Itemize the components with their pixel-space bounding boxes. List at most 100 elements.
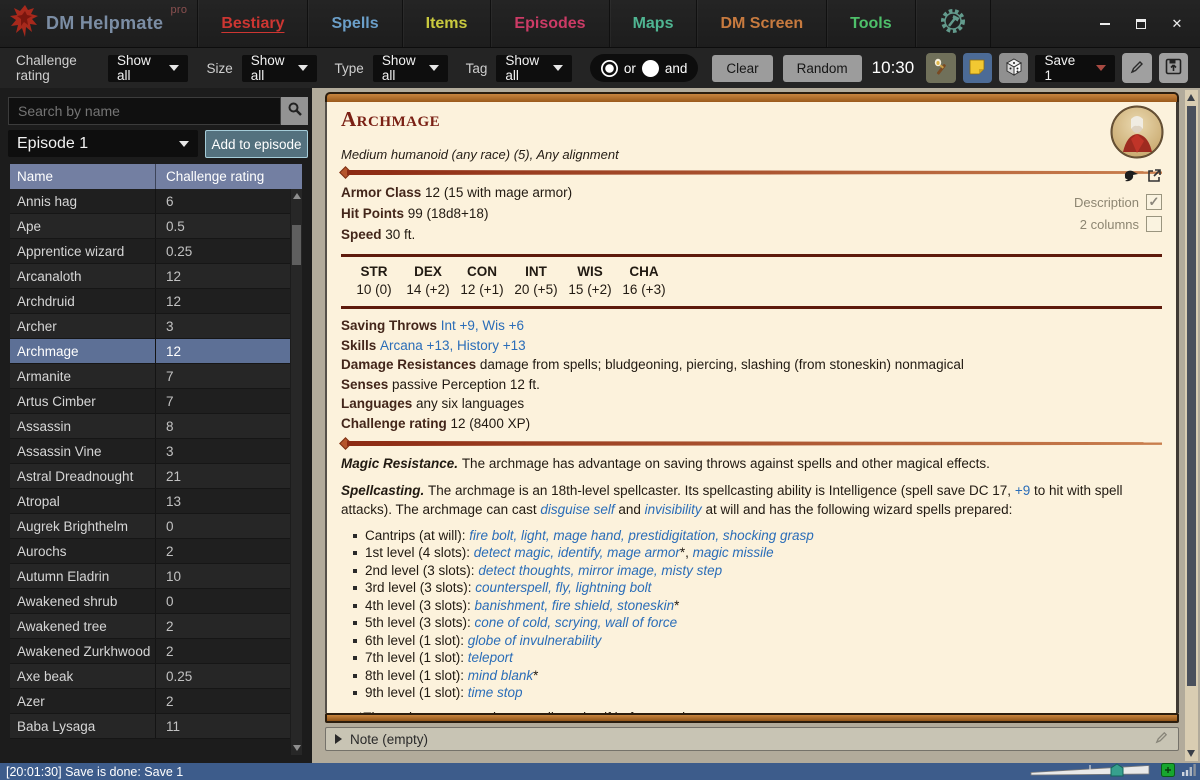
monster-row[interactable]: Autumn Eladrin10 <box>10 564 290 589</box>
monster-row[interactable]: Artus Cimber7 <box>10 389 290 414</box>
inline-link[interactable]: magic missile <box>693 545 774 560</box>
torch-button[interactable] <box>926 53 955 83</box>
monster-name: Armanite <box>10 364 155 388</box>
save-slot-select[interactable]: Save 1 <box>1035 55 1115 82</box>
episode-select[interactable]: Episode 1 <box>8 130 198 157</box>
scrollbar-thumb[interactable] <box>292 225 301 265</box>
armor-class-line: Armor Class 12 (15 with mage armor) <box>341 182 1162 203</box>
inline-link[interactable]: teleport <box>468 650 513 665</box>
inline-link[interactable]: Int +9, Wis +6 <box>441 318 524 333</box>
magnifier-icon <box>287 101 303 122</box>
tab-maps[interactable]: Maps <box>609 0 697 47</box>
chevron-down-icon <box>553 65 563 71</box>
monster-name: Ape <box>10 214 155 238</box>
inline-link[interactable]: +9 <box>1015 483 1030 498</box>
monster-row[interactable]: Assassin8 <box>10 414 290 439</box>
text: 3rd level (3 slots): <box>365 580 475 595</box>
inline-link[interactable]: detect thoughts, mirror image, misty ste… <box>478 563 722 578</box>
tab-episodes[interactable]: Episodes <box>490 0 608 47</box>
monster-row[interactable]: Armanite7 <box>10 364 290 389</box>
filter-select[interactable]: Show all <box>242 55 317 82</box>
inline-link[interactable]: cone of cold, scrying, wall of force <box>475 615 678 630</box>
monster-row[interactable]: Awakened shrub0 <box>10 589 290 614</box>
description-checkbox[interactable]: ✓ <box>1146 194 1162 210</box>
monster-row[interactable]: Baba Lysaga11 <box>10 714 290 739</box>
maximize-icon[interactable] <box>1134 17 1148 31</box>
expand-arrow-icon[interactable] <box>335 734 342 744</box>
column-header-name[interactable]: Name <box>10 164 155 189</box>
monster-row[interactable]: Astral Dreadnought21 <box>10 464 290 489</box>
inline-link[interactable]: disguise self <box>540 502 614 517</box>
dice-button[interactable] <box>999 53 1028 83</box>
zoom-slider[interactable] <box>1029 763 1154 780</box>
add-to-episode-button[interactable]: Add to episode <box>205 130 308 158</box>
monster-row[interactable]: Axe beak0.25 <box>10 664 290 689</box>
filter-select[interactable]: Show all <box>373 55 448 82</box>
inline-link[interactable]: banishment, fire shield, stoneskin <box>475 598 675 613</box>
monster-row[interactable]: Awakened tree2 <box>10 614 290 639</box>
scrollbar-thumb[interactable] <box>1187 106 1196 686</box>
tab-spells[interactable]: Spells <box>307 0 401 47</box>
edit-save-button[interactable] <box>1122 53 1151 83</box>
monster-cr: 7 <box>155 364 290 388</box>
filter-select[interactable]: Show all <box>108 55 188 82</box>
monster-row[interactable]: Awakened Zurkhwood2 <box>10 639 290 664</box>
raven-icon[interactable] <box>1122 169 1138 186</box>
scroll-up-icon[interactable] <box>293 193 301 199</box>
random-button[interactable]: Random <box>783 55 862 82</box>
tab-items[interactable]: Items <box>402 0 491 47</box>
monster-row[interactable]: Azer2 <box>10 689 290 714</box>
minimize-icon[interactable] <box>1098 17 1112 31</box>
tab-bestiary[interactable]: Bestiary <box>197 0 307 47</box>
text: 6th level (1 slot): <box>365 633 468 648</box>
save-export-button[interactable] <box>1159 53 1188 83</box>
column-header-cr[interactable]: Challenge rating <box>155 164 302 189</box>
monster-row[interactable]: Augrek Brighthelm0 <box>10 514 290 539</box>
search-button[interactable] <box>281 97 308 125</box>
inline-link[interactable]: globe of invulnerability <box>468 633 602 648</box>
monster-portrait avatar[interactable] <box>1110 105 1164 159</box>
green-status-icon[interactable] <box>1161 763 1175 780</box>
monster-row[interactable]: Archer3 <box>10 314 290 339</box>
monster-title: Archmage <box>341 107 1162 132</box>
scroll-up-icon[interactable] <box>1187 94 1195 101</box>
monster-row[interactable]: Arcanaloth12 <box>10 264 290 289</box>
tag-logic-radio-group: or and <box>590 54 699 82</box>
radio-or[interactable] <box>601 60 618 77</box>
external-link-icon[interactable] <box>1147 168 1162 186</box>
trait-paragraph: Magic Resistance. The archmage has advan… <box>341 454 1162 474</box>
search-input[interactable] <box>8 97 281 125</box>
tab-tools[interactable]: Tools <box>826 0 914 47</box>
monster-cr: 7 <box>155 389 290 413</box>
monster-row[interactable]: Ape0.5 <box>10 214 290 239</box>
monster-row[interactable]: Archdruid12 <box>10 289 290 314</box>
sidebar-scrollbar[interactable] <box>291 189 302 755</box>
search-row <box>8 97 308 125</box>
inline-link[interactable]: fire bolt, light, mage hand, prestidigit… <box>469 528 813 543</box>
inline-link[interactable]: counterspell, fly, lightning bolt <box>475 580 651 595</box>
two-columns-checkbox[interactable] <box>1146 216 1162 232</box>
scroll-down-icon[interactable] <box>1187 750 1195 757</box>
pencil-icon[interactable] <box>1154 730 1169 748</box>
scroll-down-icon[interactable] <box>293 745 301 751</box>
monster-row[interactable]: Atropal13 <box>10 489 290 514</box>
close-icon[interactable]: ✕ <box>1170 17 1184 31</box>
main-scrollbar[interactable] <box>1185 90 1198 761</box>
monster-row[interactable]: Aurochs2 <box>10 539 290 564</box>
radio-and[interactable] <box>642 60 659 77</box>
filter-select[interactable]: Show all <box>496 55 571 82</box>
tools-gear-button[interactable] <box>915 0 991 47</box>
note-button[interactable] <box>963 53 992 83</box>
inline-link[interactable]: mind blank <box>468 668 533 683</box>
inline-link[interactable]: Arcana +13, History +13 <box>380 338 526 353</box>
monster-row[interactable]: Archmage12 <box>10 339 290 364</box>
tab-dm-screen[interactable]: DM Screen <box>696 0 826 47</box>
inline-link[interactable]: invisibility <box>645 502 702 517</box>
monster-row[interactable]: Assassin Vine3 <box>10 439 290 464</box>
inline-link[interactable]: detect magic, identify, mage armor <box>474 545 680 560</box>
clear-button[interactable]: Clear <box>712 55 772 82</box>
note-bar[interactable]: Note (empty) <box>325 727 1179 751</box>
monster-row[interactable]: Annis hag6 <box>10 189 290 214</box>
monster-row[interactable]: Apprentice wizard0.25 <box>10 239 290 264</box>
inline-link[interactable]: time stop <box>468 685 523 700</box>
